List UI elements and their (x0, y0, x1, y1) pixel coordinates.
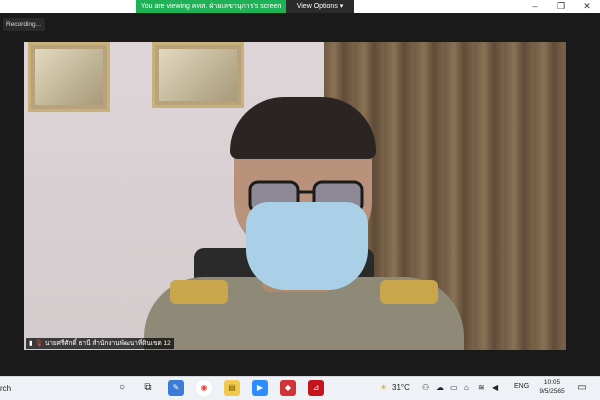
zoom-icon[interactable]: ▶ (252, 380, 268, 396)
task-view-icon[interactable]: ⧉ (140, 380, 156, 396)
recording-indicator[interactable]: Recording... (3, 18, 45, 31)
windows-taskbar (0, 376, 600, 400)
epaulette-left (170, 280, 228, 304)
language-indicator[interactable]: ENG (514, 383, 529, 390)
word-icon[interactable]: ◆ (280, 380, 296, 396)
signal-icon: ▮ (29, 340, 33, 347)
volume-icon[interactable]: ◀ (492, 383, 498, 392)
picture-frame-left (28, 42, 110, 112)
participant-name: นายศรีศักดิ์ ธานี สำนักงานพัฒนาที่ดินเขต… (44, 340, 171, 347)
wifi-icon[interactable]: ≋ (478, 383, 485, 392)
viewing-banner: You are viewing คทส. ฝ่ายเลขานุการ's scr… (136, 0, 286, 13)
clock-time: 10:05 (543, 379, 561, 386)
weather-temp[interactable]: 31°C (392, 383, 410, 392)
clock[interactable]: 10:05 9/5/2565 (536, 378, 568, 396)
taskbar-search[interactable]: rch (0, 384, 11, 393)
people-icon[interactable]: ⚇ (422, 383, 429, 392)
close-button[interactable]: ✕ (578, 0, 596, 13)
view-options-button[interactable]: View Options ▾ (286, 0, 354, 13)
onedrive-icon[interactable]: ☁ (436, 383, 444, 392)
mic-muted-icon: 🎙 (34, 340, 43, 347)
cortana-icon[interactable]: ○ (114, 380, 130, 396)
clock-date: 9/5/2565 (539, 388, 565, 395)
restore-button[interactable]: ❐ (552, 0, 570, 13)
battery-icon[interactable]: ▭ (450, 383, 458, 392)
pdf-icon[interactable]: ⊿ (308, 380, 324, 396)
chrome-icon[interactable]: ◉ (196, 380, 212, 396)
face-mask (246, 202, 368, 290)
picture-frame-right (152, 42, 244, 108)
participant-name-tag: ▮ 🎙 นายศรีศักดิ์ ธานี สำนักงานพัฒนาที่ดินเ… (26, 338, 174, 349)
app-icon[interactable]: ✎ (168, 380, 184, 396)
weather-icon[interactable]: ☀ (380, 383, 387, 392)
notification-icon[interactable]: ▭ (574, 380, 590, 396)
file-explorer-icon[interactable]: ▤ (224, 380, 240, 396)
epaulette-right (380, 280, 438, 304)
minimize-button[interactable]: – (526, 0, 544, 13)
participant-video (24, 42, 566, 350)
network-icon[interactable]: ⌂ (464, 383, 469, 392)
